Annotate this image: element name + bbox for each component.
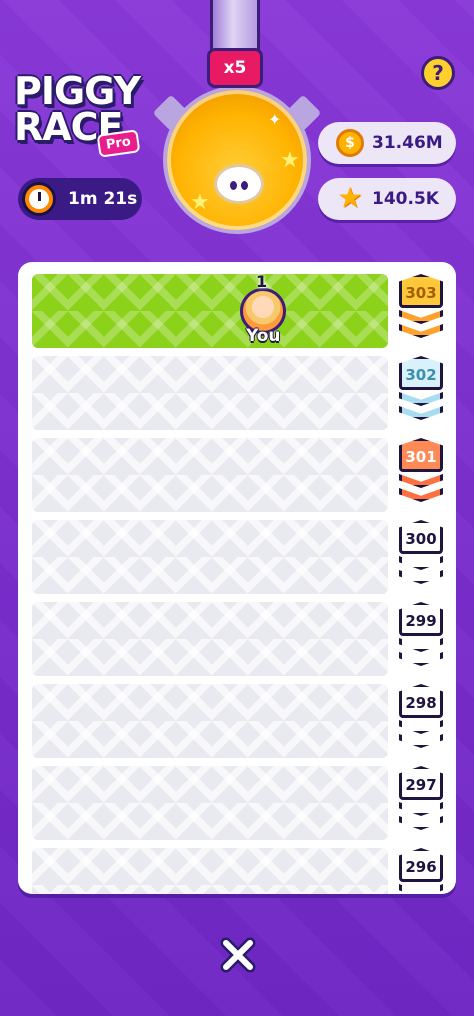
level-marker: 303 [399, 274, 443, 348]
logo-pro-badge: Pro [96, 129, 141, 158]
level-number: 299 [399, 602, 443, 636]
chevron-up-icon [399, 324, 443, 338]
lane-empty [32, 848, 388, 894]
chevron-up-icon [399, 652, 443, 666]
chevron-up-icon [399, 816, 443, 830]
star-icon: ★ [280, 148, 300, 173]
coin-icon: $ [336, 129, 364, 157]
sparkle-icon: ✦ [268, 110, 282, 129]
chevron-up-icon [399, 638, 443, 652]
chevron-up-icon [399, 802, 443, 816]
star-icon: ★ [337, 181, 363, 214]
chevron-up-icon [399, 556, 443, 570]
level-number: 303 [399, 274, 443, 308]
chevron-up-icon [399, 392, 443, 406]
chevron-up-icon [399, 720, 443, 734]
player-rank: 1 [256, 272, 268, 291]
lane-player: 1 You [32, 272, 388, 348]
race-timer: 1m 21s [18, 178, 142, 220]
lane-empty [32, 766, 388, 840]
stars-value: 140.5K [372, 189, 439, 209]
level-number: 301 [399, 438, 443, 472]
chevron-up-icon [399, 734, 443, 748]
chevron-up-icon [399, 884, 443, 894]
level-number: 297 [399, 766, 443, 800]
close-icon [220, 937, 256, 973]
piggy-race-logo: PIGGY RACE Pro [14, 72, 144, 162]
chevron-up-icon [399, 406, 443, 420]
multiplier-badge: x5 [207, 48, 263, 88]
chevron-up-icon [399, 488, 443, 502]
lane-empty [32, 684, 388, 758]
coins-counter[interactable]: $ 31.46M [318, 122, 456, 164]
lane-empty [32, 520, 388, 594]
level-marker: 302 [399, 356, 443, 430]
lane-empty [32, 356, 388, 430]
close-button[interactable] [218, 935, 258, 975]
coins-value: 31.46M [372, 133, 443, 153]
level-marker: 299 [399, 602, 443, 676]
level-number: 296 [399, 848, 443, 882]
chevron-up-icon [399, 474, 443, 488]
chevron-up-icon [399, 310, 443, 324]
level-marker: 300 [399, 520, 443, 594]
lane-empty [32, 602, 388, 676]
player-label: You [246, 326, 281, 346]
level-marker: 296 [399, 848, 443, 894]
level-marker: 301 [399, 438, 443, 512]
race-track-panel: 1 You 303 302 301 300 299 298 297 296 [18, 262, 456, 894]
stopwatch-icon [22, 182, 56, 216]
help-button[interactable]: ? [421, 56, 455, 90]
level-number: 298 [399, 684, 443, 718]
chevron-up-icon [399, 570, 443, 584]
level-marker: 298 [399, 684, 443, 758]
lane-empty [32, 438, 388, 512]
level-marker: 297 [399, 766, 443, 840]
star-icon: ★ [190, 190, 210, 215]
piggy-snout [214, 164, 264, 204]
level-number: 300 [399, 520, 443, 554]
level-number: 302 [399, 356, 443, 390]
timer-text: 1m 21s [68, 189, 138, 209]
stars-counter[interactable]: ★ 140.5K [318, 178, 456, 220]
